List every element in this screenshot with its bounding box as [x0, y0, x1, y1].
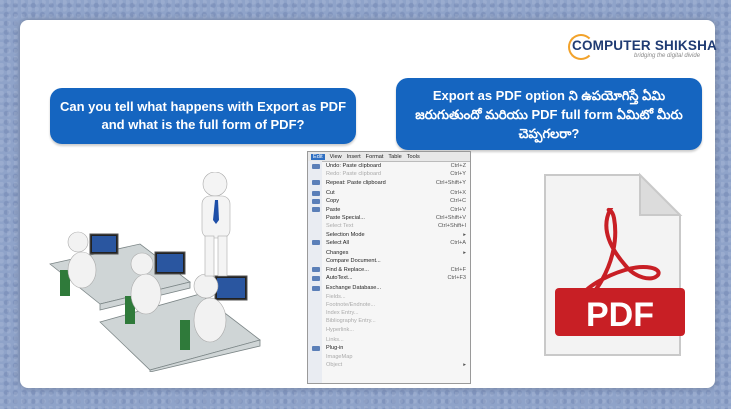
menu-item: Footnote/Endnote...	[326, 301, 376, 308]
menu-item: Links...	[326, 337, 344, 344]
menu-item: Selection Mode ▸	[326, 231, 466, 238]
menu-item: Repeat: Paste clipboard Ctrl+Shift+Y	[308, 179, 470, 187]
menu-bar-insert: Insert	[346, 153, 361, 160]
classroom-illustration	[49, 172, 261, 372]
computer-shiksha-logo: COMPUTER SHIKSHA bridging the digital di…	[568, 34, 717, 66]
menu-item: Redo: Paste clipboard Ctrl+Y	[326, 171, 466, 178]
menu-item: Exchange Database...	[308, 284, 470, 292]
menu-item: Undo: Paste clipboard Ctrl+Z	[308, 162, 470, 170]
logo-text-shiksha: SHIKSHA	[654, 38, 717, 53]
question-telugu: Export as PDF option ని ఉపయోగిస్తే ఏమి జ…	[396, 78, 702, 150]
logo-tagline: bridging the digital divide	[634, 53, 701, 59]
pdf-label: PDF	[586, 296, 654, 334]
menu-item: Select All Ctrl+A	[308, 239, 470, 247]
menu-bar-edit: Edit	[311, 153, 325, 160]
menu-item: Plug-in	[308, 344, 470, 352]
slide: COMPUTER SHIKSHA bridging the digital di…	[20, 20, 717, 388]
menu-item: Paste Ctrl+V	[308, 205, 470, 213]
menu-item: Bibliography Entry...	[326, 318, 376, 325]
menu-item: AutoText... Ctrl+F3	[308, 274, 470, 282]
menu-item: Find & Replace... Ctrl+F	[308, 266, 470, 274]
menu-item: Hyperlink...	[326, 326, 354, 333]
logo-arc-icon	[568, 34, 594, 60]
menu-bar-view: View	[329, 153, 342, 160]
menu-item: Select Text Ctrl+Shift+I	[326, 223, 466, 230]
menu-bar-tools: Tools	[406, 153, 420, 160]
menu-item: Changes ▸	[326, 250, 466, 257]
menu-bar: Edit View Insert Format Table Tools	[308, 152, 470, 162]
question-english: Can you tell what happens with Export as…	[50, 88, 356, 144]
menu-item: Object ▸	[326, 361, 466, 368]
menu-item: Copy Ctrl+C	[308, 197, 470, 205]
menu-item: Compare Document...	[326, 258, 381, 265]
menu-item: Cut Ctrl+X	[308, 189, 470, 197]
menu-item: Paste Special... Ctrl+Shift+V	[326, 214, 466, 221]
menu-bar-format: Format	[365, 153, 384, 160]
menu-item: Index Entry...	[326, 310, 359, 317]
menu-item: Fields...	[326, 293, 346, 300]
menu-item: ImageMap	[326, 353, 353, 360]
menu-bar-table: Table	[388, 153, 402, 160]
edit-menu-screenshot: Edit View Insert Format Table Tools Undo…	[307, 151, 471, 384]
